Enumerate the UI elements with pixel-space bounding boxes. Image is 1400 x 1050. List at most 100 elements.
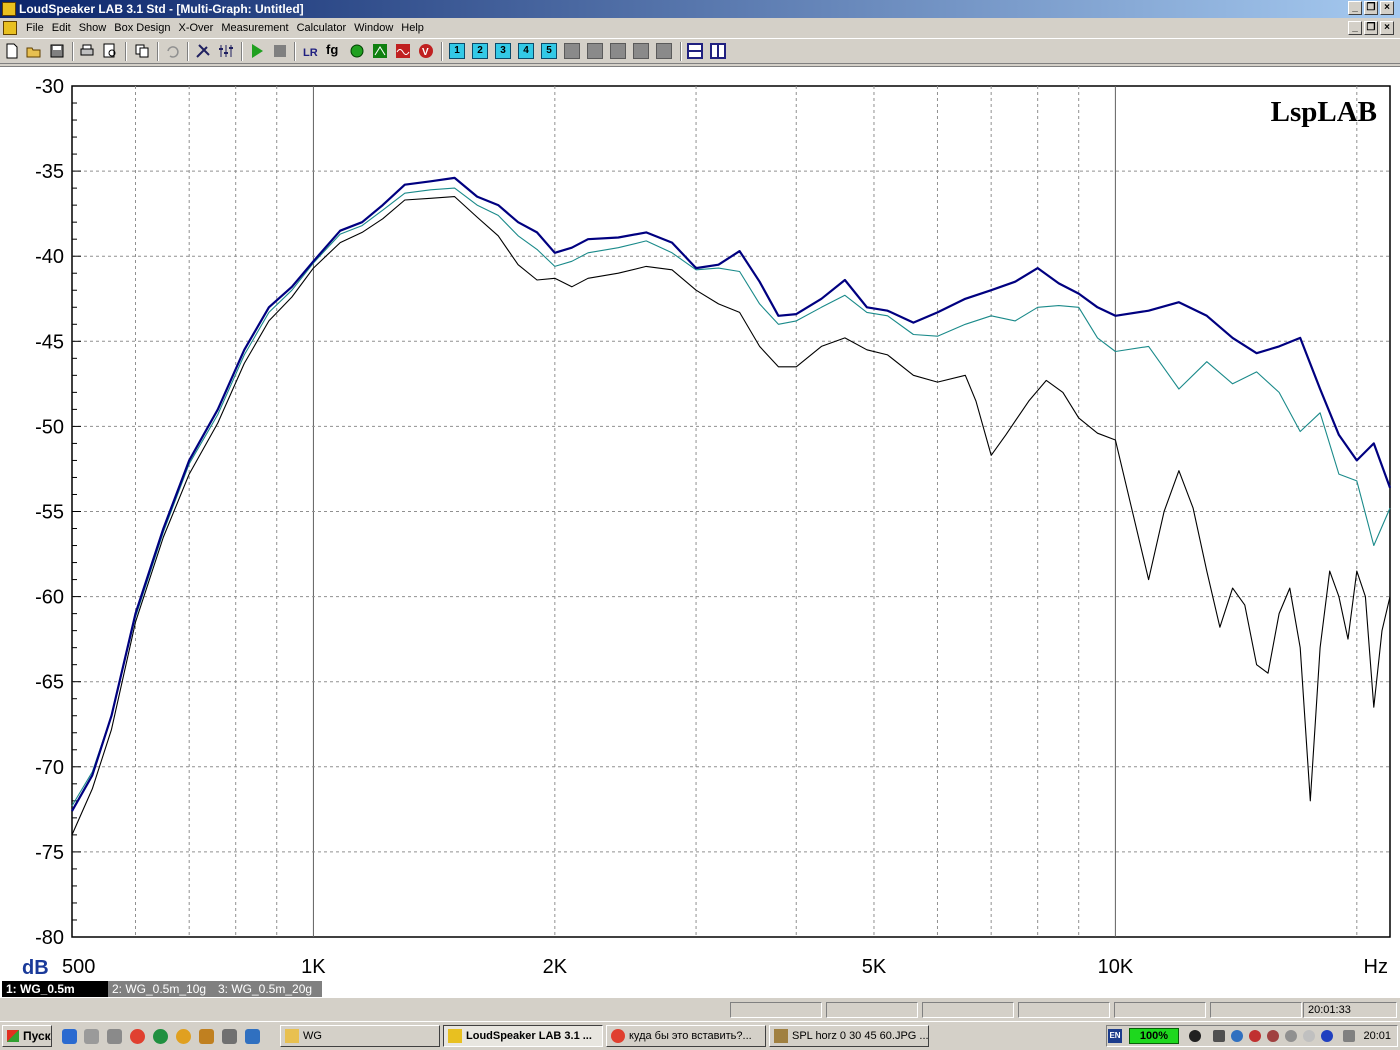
chrome-icon[interactable] bbox=[130, 1029, 145, 1044]
bluetooth-icon[interactable] bbox=[1321, 1030, 1333, 1042]
svg-text:LR: LR bbox=[303, 47, 318, 59]
print-preview-icon[interactable] bbox=[102, 43, 118, 59]
battery-indicator[interactable]: 100% bbox=[1129, 1028, 1179, 1044]
curve-6-button[interactable] bbox=[564, 43, 580, 59]
tile-horizontal-icon[interactable] bbox=[687, 43, 703, 59]
doc-close-icon[interactable]: × bbox=[1380, 21, 1394, 35]
title-bar: LoudSpeaker LAB 3.1 Std - [Multi-Graph: … bbox=[0, 0, 1400, 18]
tools-icon[interactable] bbox=[195, 43, 211, 59]
tool-icon[interactable] bbox=[199, 1029, 214, 1044]
graph-area[interactable]: -30 -35 -40 -45 -50 -55 -60 -65 -70 -75 -80 500 1K 2K… bbox=[0, 66, 1400, 980]
curve-tab-3[interactable]: 3: WG_0.5m_20g bbox=[214, 981, 322, 997]
y-tick-label: -40 bbox=[35, 246, 64, 268]
doc-minimize-icon[interactable]: _ bbox=[1348, 21, 1362, 35]
stop-icon[interactable] bbox=[272, 43, 288, 59]
menu-bar: File Edit Show Box Design X-Over Measure… bbox=[0, 18, 1400, 38]
restore-icon[interactable]: ❐ bbox=[1364, 1, 1378, 15]
app-icon[interactable] bbox=[2, 2, 16, 16]
curve-3-button[interactable]: 3 bbox=[495, 43, 511, 59]
curve-4-button[interactable]: 4 bbox=[518, 43, 534, 59]
menu-show[interactable]: Show bbox=[79, 22, 113, 34]
winamp-icon[interactable] bbox=[222, 1029, 237, 1044]
desktop-tray-icon[interactable] bbox=[1343, 1030, 1355, 1042]
lr-icon[interactable]: LR bbox=[303, 43, 319, 59]
menu-calculator[interactable]: Calculator bbox=[297, 22, 353, 34]
document-icon[interactable] bbox=[3, 21, 17, 35]
utorrent-icon[interactable] bbox=[153, 1029, 168, 1044]
task-browser[interactable]: куда бы это вставить?... bbox=[606, 1025, 766, 1047]
status-panel-1 bbox=[730, 1002, 822, 1018]
eq-icon[interactable] bbox=[218, 43, 234, 59]
green-circle-icon[interactable] bbox=[349, 43, 365, 59]
desktop-icon[interactable] bbox=[245, 1029, 260, 1044]
minimize-icon[interactable]: _ bbox=[1348, 1, 1362, 15]
menu-box-design[interactable]: Box Design bbox=[114, 22, 176, 34]
y-tick-label: -55 bbox=[35, 502, 64, 524]
language-indicator[interactable]: EN bbox=[1108, 1029, 1122, 1043]
y-tick-label: -65 bbox=[35, 672, 64, 694]
curve-10-button[interactable] bbox=[656, 43, 672, 59]
open-icon[interactable] bbox=[26, 43, 42, 59]
curve-2-button[interactable]: 2 bbox=[472, 43, 488, 59]
new-icon[interactable] bbox=[4, 43, 20, 59]
green-box-icon[interactable] bbox=[372, 43, 388, 59]
drive-icon[interactable] bbox=[84, 1029, 99, 1044]
curve-1-button[interactable]: 1 bbox=[449, 43, 465, 59]
doc-restore-icon[interactable]: ❐ bbox=[1364, 21, 1378, 35]
v-badge-icon[interactable]: V bbox=[418, 43, 434, 59]
status-bar: 20:01:33 bbox=[0, 999, 1400, 1021]
y-tick-label: -70 bbox=[35, 757, 64, 779]
close-icon[interactable]: × bbox=[1380, 1, 1394, 15]
copy-icon[interactable] bbox=[134, 43, 150, 59]
update-icon[interactable] bbox=[1303, 1030, 1315, 1042]
menu-file[interactable]: File bbox=[26, 22, 50, 34]
x-tick-label: 500 bbox=[62, 956, 95, 978]
security-icon[interactable] bbox=[1267, 1030, 1279, 1042]
menu-edit[interactable]: Edit bbox=[52, 22, 77, 34]
save-icon[interactable] bbox=[49, 43, 65, 59]
browser-icon bbox=[611, 1029, 625, 1043]
y-tick-label: -75 bbox=[35, 842, 64, 864]
menu-x-over[interactable]: X-Over bbox=[179, 22, 220, 34]
undo-icon[interactable] bbox=[164, 43, 180, 59]
network-icon[interactable] bbox=[107, 1029, 122, 1044]
toolbar: LR fg V 1 2 3 4 5 bbox=[0, 38, 1400, 64]
network-tray-icon[interactable] bbox=[1231, 1030, 1243, 1042]
ie-icon[interactable] bbox=[62, 1029, 77, 1044]
frequency-response-chart[interactable]: -30 -35 -40 -45 -50 -55 -60 -65 -70 -75 -80 500 1K 2K… bbox=[0, 67, 1400, 981]
window-title: LoudSpeaker LAB 3.1 Std - [Multi-Graph: … bbox=[19, 2, 304, 16]
curve-8-button[interactable] bbox=[610, 43, 626, 59]
x-tick-label: 2K bbox=[543, 956, 568, 978]
volume-icon[interactable] bbox=[1285, 1030, 1297, 1042]
menu-measurement[interactable]: Measurement bbox=[221, 22, 294, 34]
status-time: 20:01:33 bbox=[1303, 1002, 1397, 1018]
curve-7-button[interactable] bbox=[587, 43, 603, 59]
menu-window[interactable]: Window bbox=[354, 22, 399, 34]
power-plug-icon[interactable] bbox=[1189, 1030, 1201, 1042]
red-box-icon[interactable] bbox=[395, 43, 411, 59]
status-panel-5 bbox=[1114, 1002, 1206, 1018]
x-tick-label: 10K bbox=[1098, 956, 1134, 978]
curve-tabs: 1: WG_0.5m 2: WG_0.5m_10g 3: WG_0.5m_20g bbox=[0, 980, 1400, 998]
y-unit-label: dB bbox=[22, 957, 49, 979]
curve-tab-1[interactable]: 1: WG_0.5m bbox=[2, 981, 108, 997]
start-button[interactable]: Пуск bbox=[2, 1025, 52, 1047]
play-icon[interactable] bbox=[249, 43, 265, 59]
menu-help[interactable]: Help bbox=[401, 22, 430, 34]
plot-frame bbox=[71, 85, 1391, 938]
antivirus-icon[interactable] bbox=[1249, 1030, 1261, 1042]
taskbar: Пуск WG LoudSpeaker LAB 3.1 ... куда бы … bbox=[0, 1021, 1400, 1050]
curve-tab-2[interactable]: 2: WG_0.5m_10g bbox=[108, 981, 214, 997]
task-wg[interactable]: WG bbox=[280, 1025, 440, 1047]
curve-5-button[interactable]: 5 bbox=[541, 43, 557, 59]
task-loudspeaker-lab[interactable]: LoudSpeaker LAB 3.1 ... bbox=[443, 1025, 603, 1047]
chevron-left-icon[interactable] bbox=[1213, 1030, 1225, 1042]
task-image-viewer[interactable]: SPL horz 0 30 45 60.JPG ... bbox=[769, 1025, 929, 1047]
tile-vertical-icon[interactable] bbox=[710, 43, 726, 59]
print-icon[interactable] bbox=[79, 43, 95, 59]
curve-9-button[interactable] bbox=[633, 43, 649, 59]
chrome-canary-icon[interactable] bbox=[176, 1029, 191, 1044]
windows-flag-icon bbox=[7, 1030, 19, 1042]
fg-icon[interactable]: fg bbox=[326, 43, 342, 59]
folder-icon bbox=[285, 1029, 299, 1043]
